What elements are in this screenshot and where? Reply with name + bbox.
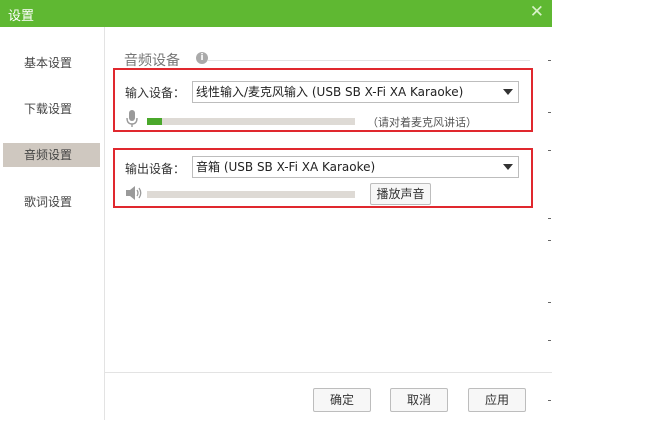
microphone-icon <box>126 110 138 127</box>
chevron-down-icon <box>503 164 513 170</box>
sidebar-item-label: 下载设置 <box>24 102 73 116</box>
sidebar-item-label: 歌词设置 <box>24 195 73 209</box>
window-title: 设置 <box>8 9 35 24</box>
title-bar: 设置 ✕ <box>0 0 552 27</box>
input-level-fill <box>147 118 162 125</box>
input-device-select[interactable]: 线性输入/麦克风输入 (USB SB X-Fi XA Karaoke) <box>192 81 519 103</box>
info-icon[interactable]: i <box>196 52 208 64</box>
footer-divider <box>104 372 552 373</box>
settings-window: 设置 ✕ 基本设置 下载设置 音频设置 歌词设置 音频设备 i 输入设备： 线性… <box>0 0 552 434</box>
output-device-label: 输出设备： <box>125 162 186 176</box>
sidebar-item-download[interactable]: 下载设置 <box>0 97 104 121</box>
sidebar-item-basic[interactable]: 基本设置 <box>0 51 104 75</box>
play-sound-button[interactable]: 播放声音 <box>370 183 431 205</box>
speaker-icon <box>126 186 142 200</box>
ok-button[interactable]: 确定 <box>313 388 371 412</box>
sidebar-item-label: 基本设置 <box>24 56 73 70</box>
background-page-edge <box>548 40 556 430</box>
output-device-select[interactable]: 音箱 (USB SB X-Fi XA Karaoke) <box>192 156 519 178</box>
output-device-group: 输出设备： 音箱 (USB SB X-Fi XA Karaoke) 播放声音 <box>113 148 533 208</box>
input-level-meter <box>147 118 355 125</box>
section-title: 音频设备 <box>124 53 180 69</box>
cancel-button[interactable]: 取消 <box>390 388 448 412</box>
input-device-label: 输入设备： <box>125 86 186 100</box>
input-hint: （请对着麦克风讲话） <box>367 116 477 129</box>
output-device-value: 音箱 (USB SB X-Fi XA Karaoke) <box>196 160 376 174</box>
chevron-down-icon <box>503 89 513 95</box>
section-divider <box>208 60 530 61</box>
sidebar-item-audio[interactable]: 音频设置 <box>3 143 100 167</box>
sidebar-item-label: 音频设置 <box>24 148 73 162</box>
close-icon[interactable]: ✕ <box>530 2 544 22</box>
output-level-meter <box>147 191 355 198</box>
settings-sidebar: 基本设置 下载设置 音频设置 歌词设置 <box>0 27 105 420</box>
apply-button[interactable]: 应用 <box>468 388 526 412</box>
input-device-value: 线性输入/麦克风输入 (USB SB X-Fi XA Karaoke) <box>196 85 464 99</box>
input-device-group: 输入设备： 线性输入/麦克风输入 (USB SB X-Fi XA Karaoke… <box>113 68 533 132</box>
sidebar-item-lyrics[interactable]: 歌词设置 <box>0 190 104 214</box>
